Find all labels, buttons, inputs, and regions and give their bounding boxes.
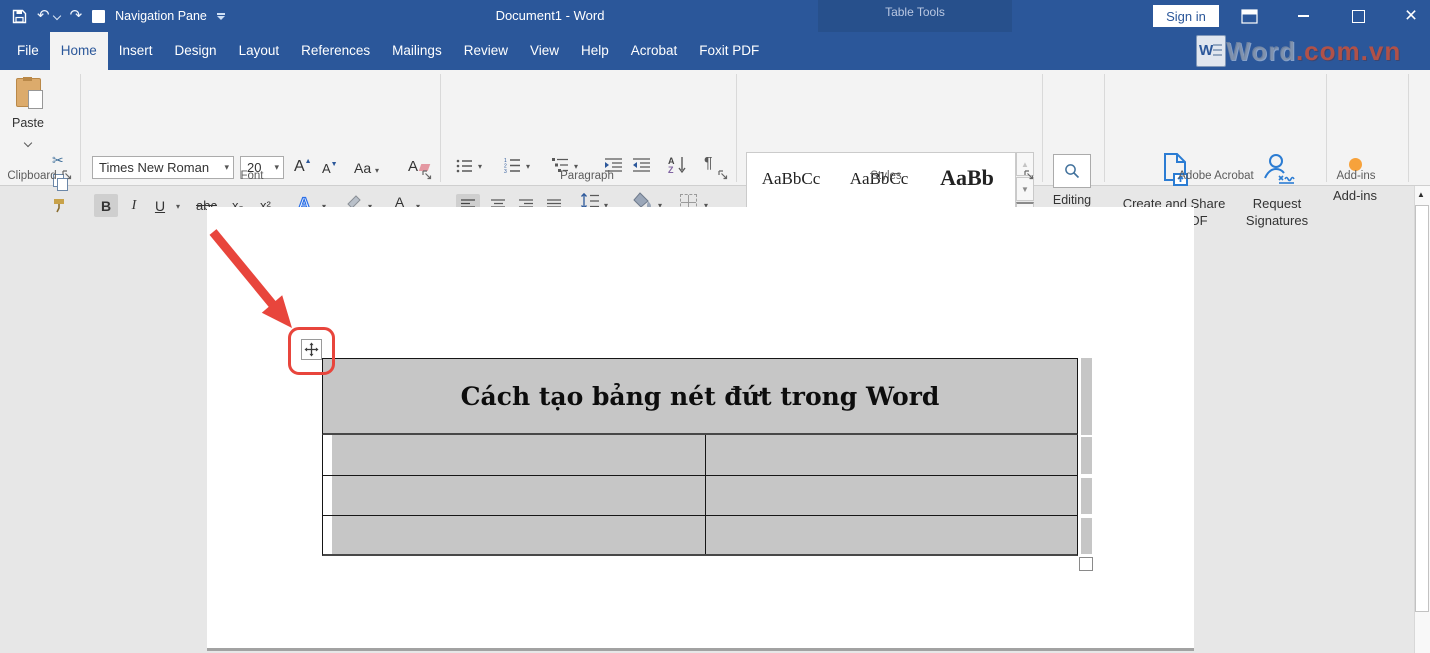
- addins-group-label: Add-ins: [1328, 170, 1384, 182]
- tab-foxit-pdf[interactable]: Foxit PDF: [688, 32, 770, 70]
- ribbon-tabs: File Home Insert Design Layout Reference…: [6, 32, 770, 70]
- watermark-brand: Word: [1226, 36, 1296, 67]
- end-of-row-mark: [1081, 478, 1092, 514]
- save-icon[interactable]: [12, 9, 27, 24]
- tab-layout[interactable]: Layout: [228, 32, 291, 70]
- tab-help[interactable]: Help: [570, 32, 620, 70]
- end-of-row-mark: [1081, 518, 1092, 554]
- font-group-label: Font: [82, 170, 422, 182]
- tab-design[interactable]: Design: [164, 32, 228, 70]
- tab-insert[interactable]: Insert: [108, 32, 164, 70]
- tab-file[interactable]: File: [6, 32, 50, 70]
- underline-button[interactable]: U: [148, 194, 172, 217]
- paste-button[interactable]: Paste: [8, 78, 48, 151]
- table-row[interactable]: [322, 476, 1078, 516]
- underline-dropdown-icon[interactable]: ▾: [176, 202, 180, 211]
- sign-in-button[interactable]: Sign in: [1153, 5, 1219, 27]
- end-of-row-mark: [1081, 358, 1092, 435]
- cut-icon[interactable]: ✂: [52, 152, 64, 169]
- paragraph-dialog-launcher[interactable]: [718, 170, 729, 181]
- format-painter-icon[interactable]: [52, 198, 67, 213]
- minimize-icon[interactable]: [1288, 0, 1318, 32]
- clipboard-dialog-launcher[interactable]: [62, 170, 73, 181]
- request-signatures-button[interactable]: Request Signatures: [1232, 152, 1322, 228]
- scrollbar-up-icon[interactable]: ▲: [1417, 190, 1425, 199]
- bold-button[interactable]: B: [94, 194, 118, 217]
- watermark: W Word .com.vn: [1196, 33, 1401, 69]
- annotation-arrow: [205, 225, 300, 335]
- table-move-handle[interactable]: [301, 339, 322, 360]
- ribbon-display-options-icon[interactable]: [1234, 0, 1264, 32]
- end-of-row-mark: [1081, 437, 1092, 474]
- table-cell[interactable]: [706, 435, 1077, 475]
- table-cell[interactable]: [706, 516, 1077, 554]
- adobe-group-label: Adobe Acrobat: [1106, 170, 1326, 182]
- navigation-pane-label[interactable]: Navigation Pane: [115, 9, 207, 23]
- table-title: Cách tạo bảng nét đứt trong Word: [461, 382, 940, 411]
- navigation-pane-checkbox[interactable]: [92, 10, 105, 23]
- tab-home[interactable]: Home: [50, 32, 108, 70]
- table-header-row[interactable]: Cách tạo bảng nét đứt trong Word: [322, 358, 1078, 435]
- word-logo-icon: W: [1196, 35, 1226, 67]
- table-row[interactable]: [322, 516, 1078, 556]
- tab-acrobat[interactable]: Acrobat: [620, 32, 689, 70]
- table-cell[interactable]: [323, 476, 706, 515]
- table-cell[interactable]: [323, 516, 706, 554]
- scrollbar-thumb[interactable]: [1415, 205, 1429, 612]
- italic-button[interactable]: I: [122, 194, 146, 217]
- styles-group-label: Styles: [738, 170, 1034, 182]
- close-icon[interactable]: ×: [1396, 0, 1426, 32]
- ribbon: Paste ✂ Clipboard Times New Roman▾ 20▾ A…: [0, 70, 1430, 186]
- clipboard-group-label: Clipboard: [0, 170, 64, 182]
- undo-icon[interactable]: ↶: [37, 0, 50, 32]
- title-bar: Table Tools ↶ ↷ Navigation Pane Document…: [0, 0, 1430, 32]
- paste-clipboard-icon: [16, 78, 41, 107]
- undo-dropdown-icon[interactable]: [52, 12, 60, 20]
- redo-icon[interactable]: ↷: [70, 0, 83, 32]
- tab-view[interactable]: View: [519, 32, 570, 70]
- table-row[interactable]: [322, 435, 1078, 476]
- quick-access-toolbar: ↶ ↷ Navigation Pane: [12, 0, 225, 32]
- paste-dropdown-icon[interactable]: [24, 139, 32, 147]
- table-cell[interactable]: [323, 435, 706, 475]
- move-cross-icon: [304, 342, 319, 357]
- tab-review[interactable]: Review: [453, 32, 519, 70]
- table-resize-handle[interactable]: [1079, 557, 1093, 571]
- table-tools-header: Table Tools: [818, 5, 1012, 19]
- maximize-icon[interactable]: [1343, 0, 1373, 32]
- font-dialog-launcher[interactable]: [422, 170, 433, 181]
- paragraph-group-label: Paragraph: [442, 170, 732, 182]
- customize-qat-icon[interactable]: [217, 13, 225, 20]
- table-cell[interactable]: [706, 476, 1077, 515]
- find-icon: [1053, 154, 1091, 188]
- tab-mailings[interactable]: Mailings: [381, 32, 453, 70]
- watermark-suffix: .com.vn: [1296, 36, 1401, 67]
- window-title: Document1 - Word: [420, 0, 680, 32]
- styles-dialog-launcher[interactable]: [1024, 170, 1035, 181]
- tab-references[interactable]: References: [290, 32, 381, 70]
